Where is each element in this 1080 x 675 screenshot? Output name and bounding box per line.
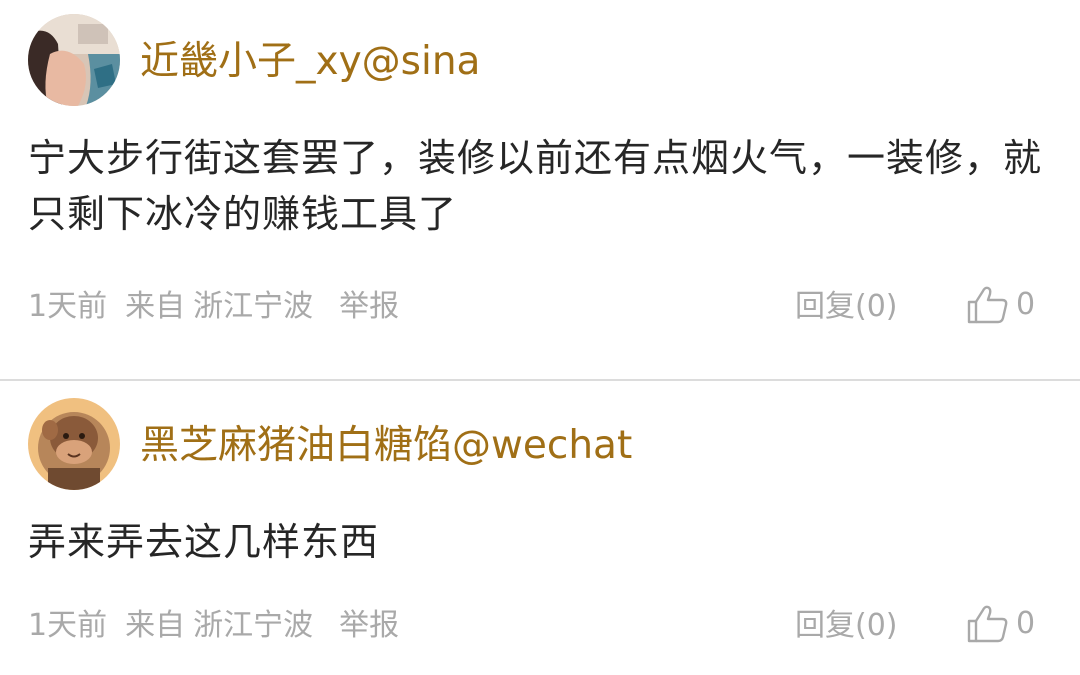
comment-time: 1天前 — [28, 289, 108, 324]
report-link[interactable]: 举报 — [339, 289, 399, 324]
thumbs-up-icon — [967, 286, 1008, 324]
like-button[interactable]: 0 — [966, 285, 1035, 325]
avatar-photo-woman-icon — [28, 14, 120, 106]
avatar-monkey-icon — [28, 398, 120, 490]
reply-button[interactable]: 回复(0) — [795, 287, 898, 327]
username[interactable]: 近畿小子_xy@sina — [140, 38, 480, 86]
comment-item: 近畿小子_xy@sina 宁大步行街这套罢了，装修以前还有点烟火气，一装修，就只… — [0, 0, 1080, 380]
comment-divider — [0, 379, 1080, 381]
avatar[interactable] — [28, 14, 120, 106]
comment-from-label: 来自 — [125, 289, 186, 324]
like-count: 0 — [1016, 606, 1036, 641]
thumbs-up-icon — [967, 605, 1008, 643]
comment-time: 1天前 — [28, 608, 108, 643]
username[interactable]: 黑芝麻猪油白糖馅@wechat — [140, 422, 632, 470]
comment-meta: 1天前 来自 浙江宁波 举报 — [28, 287, 417, 327]
avatar[interactable] — [28, 398, 120, 490]
comment-content: 宁大步行街这套罢了，装修以前还有点烟火气，一装修，就只剩下冰冷的赚钱工具了 — [28, 136, 1043, 236]
comment-from-label: 来自 — [125, 608, 186, 643]
comment-location: 浙江宁波 — [193, 608, 314, 643]
like-button[interactable]: 0 — [966, 604, 1035, 644]
comment-item: 黑芝麻猪油白糖馅@wechat 弄来弄去这几样东西 1天前 来自 浙江宁波 举报 回复… — [0, 382, 1080, 675]
comment-meta: 1天前 来自 浙江宁波 举报 — [28, 606, 417, 646]
like-count: 0 — [1016, 287, 1036, 322]
comment-content: 弄来弄去这几样东西 — [28, 520, 380, 564]
reply-button[interactable]: 回复(0) — [795, 606, 898, 646]
report-link[interactable]: 举报 — [339, 608, 399, 643]
comment-location: 浙江宁波 — [193, 289, 314, 324]
